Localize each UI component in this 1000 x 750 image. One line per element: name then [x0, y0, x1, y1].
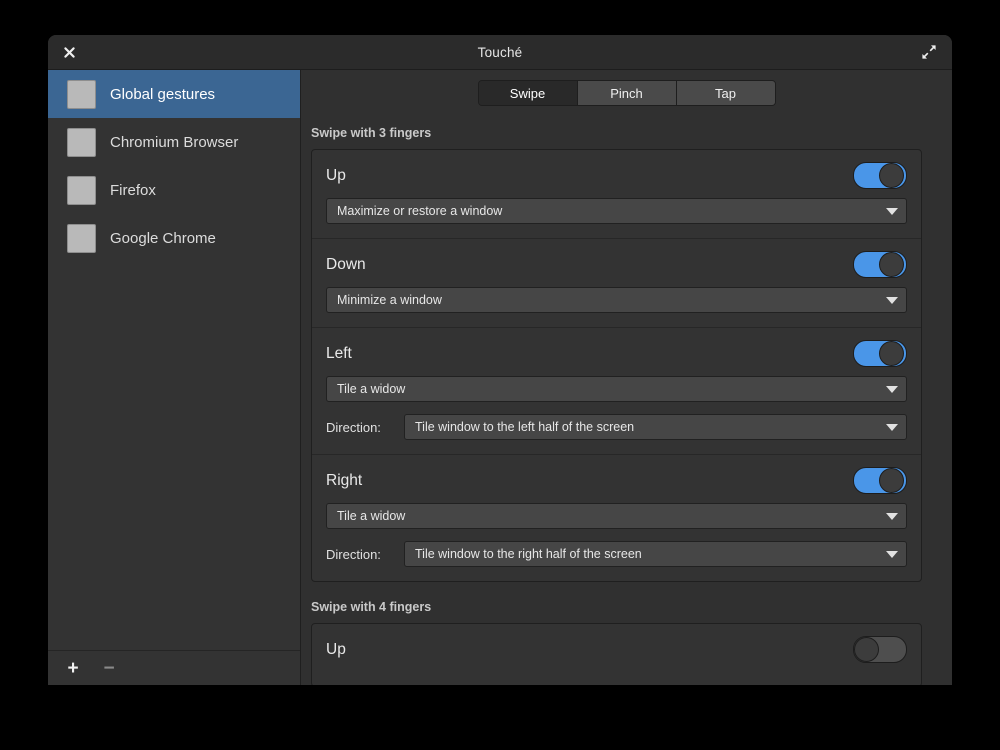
close-button[interactable]: [52, 35, 86, 69]
app-placeholder-icon: [67, 127, 96, 157]
sidebar-item-label: Google Chrome: [110, 229, 216, 247]
gesture-block-up: Up: [312, 624, 921, 685]
gesture-enable-toggle[interactable]: [853, 340, 907, 367]
gesture-action-select[interactable]: Maximize or restore a window: [326, 198, 907, 224]
sidebar-item-firefox[interactable]: Firefox: [48, 166, 300, 214]
chevron-down-icon: [886, 550, 898, 558]
selected-direction-label: Tile window to the right half of the scr…: [415, 547, 642, 561]
direction-row: Direction: Tile window to the right half…: [326, 541, 907, 567]
sidebar-item-label: Chromium Browser: [110, 133, 239, 151]
gesture-enable-toggle[interactable]: [853, 162, 907, 189]
gesture-block-left: Left Tile a widow Direction: Tile window…: [312, 328, 921, 455]
maximize-button[interactable]: [912, 35, 946, 69]
remove-application-button[interactable]: −: [96, 655, 122, 681]
tab-tap[interactable]: Tap: [676, 81, 775, 105]
gesture-block-right: Right Tile a widow Direction: Tile windo…: [312, 455, 921, 581]
direction-select[interactable]: Tile window to the left half of the scre…: [404, 414, 907, 440]
gesture-name: Down: [326, 255, 366, 273]
sidebar-item-chromium-browser[interactable]: Chromium Browser: [48, 118, 300, 166]
gesture-name: Right: [326, 471, 363, 489]
gesture-enable-toggle[interactable]: [853, 636, 907, 663]
close-icon: [63, 46, 76, 59]
touche-window: Touché Global gestures Chromium Browser …: [48, 35, 952, 685]
section-title: Swipe with 3 fingers: [311, 126, 432, 140]
tab-label: Tap: [715, 85, 736, 101]
gesture-action-select[interactable]: Tile a widow: [326, 503, 907, 529]
gesture-block-up: Up Maximize or restore a window: [312, 150, 921, 239]
gesture-name: Up: [326, 640, 346, 658]
tab-pinch[interactable]: Pinch: [577, 81, 677, 105]
direction-label: Direction:: [326, 419, 381, 435]
gesture-header: Left: [326, 340, 907, 367]
gesture-block-down: Down Minimize a window: [312, 239, 921, 328]
tab-group: Swipe Pinch Tap: [477, 80, 776, 106]
gesture-header: Right: [326, 467, 907, 494]
tab-label: Swipe: [509, 85, 546, 101]
gesture-scroll-area[interactable]: Swipe with 3 fingers Up Maximize or rest…: [301, 116, 952, 685]
gesture-enable-toggle[interactable]: [853, 467, 907, 494]
toggle-knob: [879, 468, 904, 493]
tab-label: Pinch: [610, 85, 643, 101]
toggle-knob: [854, 637, 879, 662]
title-bar: Touché: [48, 35, 952, 70]
gesture-card-3-fingers: Up Maximize or restore a window Down Min…: [311, 149, 922, 582]
direction-row: Direction: Tile window to the left half …: [326, 414, 907, 440]
selected-action-label: Minimize a window: [337, 293, 442, 307]
window-title: Touché: [477, 44, 523, 60]
selected-direction-label: Tile window to the left half of the scre…: [415, 420, 635, 434]
maximize-icon: [921, 44, 937, 60]
sidebar-item-global-gestures[interactable]: Global gestures: [48, 70, 300, 118]
gesture-action-select[interactable]: Tile a widow: [326, 376, 907, 402]
gesture-type-tabbar: Swipe Pinch Tap: [301, 70, 952, 116]
gesture-card-4-fingers: Up: [311, 623, 922, 685]
chevron-down-icon: [886, 423, 898, 431]
chevron-down-icon: [886, 207, 898, 215]
gesture-header: Down: [326, 251, 907, 278]
main-panel: Swipe Pinch Tap Swipe with 3 fingers Up …: [301, 70, 952, 685]
gesture-name: Left: [326, 344, 352, 362]
gesture-header: Up: [326, 636, 907, 663]
sidebar-item-google-chrome[interactable]: Google Chrome: [48, 214, 300, 262]
selected-action-label: Tile a widow: [337, 382, 406, 396]
toggle-knob: [879, 252, 904, 277]
chevron-down-icon: [886, 296, 898, 304]
window-body: Global gestures Chromium Browser Firefox…: [48, 70, 952, 685]
section-title: Swipe with 4 fingers: [311, 600, 432, 614]
add-application-button[interactable]: +: [60, 655, 86, 681]
screen: Touché Global gestures Chromium Browser …: [0, 0, 1000, 750]
tab-swipe[interactable]: Swipe: [478, 81, 578, 105]
sidebar-toolbar: + −: [48, 650, 300, 685]
app-placeholder-icon: [67, 175, 96, 205]
selected-action-label: Maximize or restore a window: [337, 204, 503, 218]
sidebar: Global gestures Chromium Browser Firefox…: [48, 70, 301, 685]
gesture-enable-toggle[interactable]: [853, 251, 907, 278]
app-placeholder-icon: [67, 223, 96, 253]
toggle-knob: [879, 163, 904, 188]
gesture-name: Up: [326, 166, 346, 184]
gesture-header: Up: [326, 162, 907, 189]
toggle-knob: [879, 341, 904, 366]
chevron-down-icon: [886, 512, 898, 520]
sidebar-item-label: Firefox: [110, 181, 156, 199]
gesture-action-select[interactable]: Minimize a window: [326, 287, 907, 313]
selected-action-label: Tile a widow: [337, 509, 406, 523]
direction-select[interactable]: Tile window to the right half of the scr…: [404, 541, 907, 567]
direction-label: Direction:: [326, 546, 381, 562]
chevron-down-icon: [886, 385, 898, 393]
sidebar-app-list: Global gestures Chromium Browser Firefox…: [48, 70, 300, 650]
app-placeholder-icon: [67, 79, 96, 109]
sidebar-item-label: Global gestures: [110, 85, 216, 103]
